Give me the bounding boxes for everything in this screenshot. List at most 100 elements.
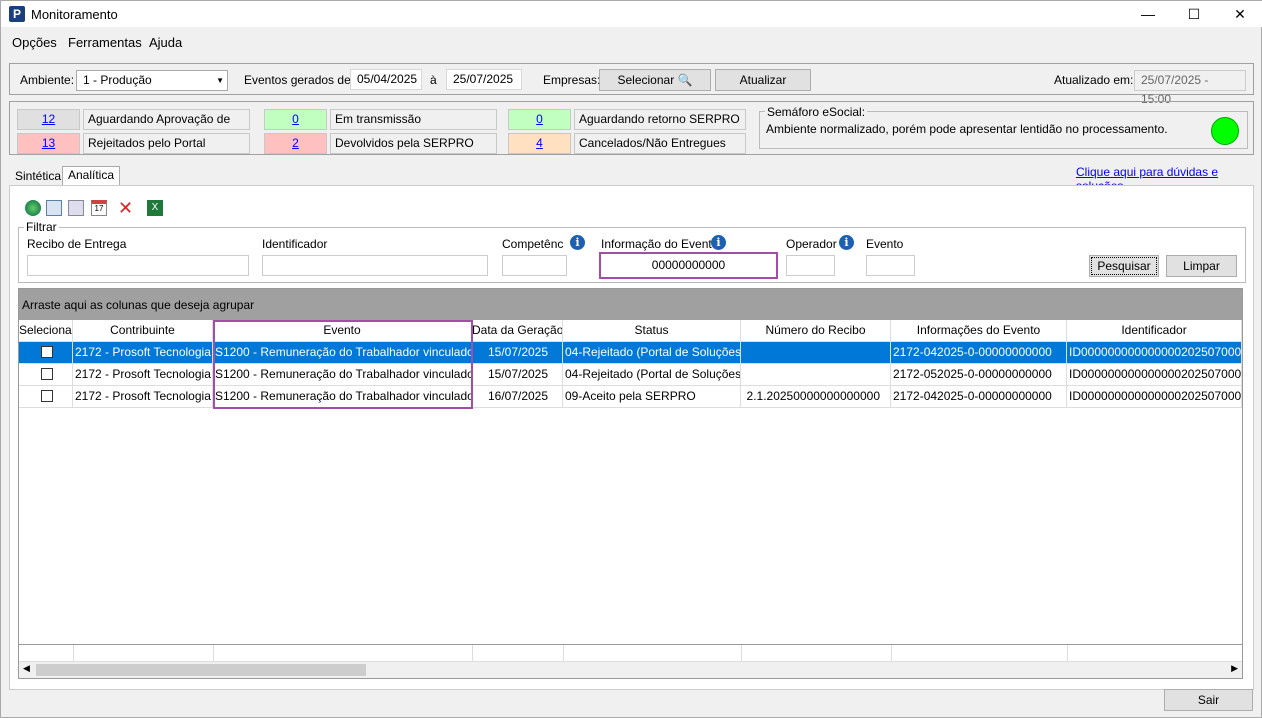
menu-opcoes[interactable]: Opções: [12, 35, 57, 50]
cell-data-geracao: 15/07/2025: [472, 342, 563, 364]
tab-analitica[interactable]: Analítica: [62, 166, 121, 186]
status-count-link[interactable]: 0: [264, 109, 327, 130]
status-label: Rejeitados pelo Portal: [83, 133, 250, 154]
cell-informacoes-evento: 2172-052025-0-00000000000: [891, 364, 1067, 386]
atualizar-button[interactable]: Atualizar: [715, 69, 811, 91]
grid-footer: [19, 644, 1242, 661]
ambiente-label: Ambiente:: [20, 73, 75, 87]
evento-input[interactable]: [866, 255, 915, 276]
cell-status: 09-Aceito pela SERPRO: [563, 386, 741, 408]
sair-button[interactable]: Sair: [1164, 689, 1253, 711]
status-label: Em transmissão: [330, 109, 497, 130]
globe-upload-icon[interactable]: [25, 200, 41, 216]
select-checkbox[interactable]: [40, 368, 53, 380]
selecionar-label: Selecionar: [617, 73, 675, 87]
maximize-button[interactable]: ☐: [1171, 1, 1217, 27]
cell-identificador: ID0000000000000002025070000000: [1067, 386, 1242, 408]
status-label: Cancelados/Não Entregues: [574, 133, 746, 154]
excel-export-icon[interactable]: X: [147, 200, 163, 216]
status-label: Devolvidos pela SERPRO: [330, 133, 497, 154]
cell-numero-recibo: [741, 364, 891, 386]
magnifier-icon: 🔍: [677, 73, 693, 87]
to-label: à: [430, 73, 437, 87]
status-label: Aguardando retorno SERPRO: [574, 109, 746, 130]
status-label: Aguardando Aprovação de Envio: [83, 109, 250, 145]
competencia-input[interactable]: [502, 255, 567, 276]
select-checkbox[interactable]: [40, 390, 53, 402]
menu-ferramentas[interactable]: Ferramentas: [68, 35, 142, 50]
column-header-informacoes-evento[interactable]: Informações do Evento: [891, 320, 1067, 342]
tab-sintetica[interactable]: Sintética: [10, 168, 66, 185]
cell-contribuinte: 2172 - Prosoft Tecnologia: [73, 364, 213, 386]
copy-icon[interactable]: [68, 200, 84, 216]
filter-title: Filtrar: [24, 220, 59, 234]
recibo-input[interactable]: [27, 255, 249, 276]
informacao-label: Informação do Evento: [601, 237, 719, 251]
cell-informacoes-evento: 2172-042025-0-00000000000: [891, 342, 1067, 364]
cell-data-geracao: 15/07/2025: [472, 364, 563, 386]
info-icon[interactable]: i: [570, 235, 585, 250]
column-header-identificador[interactable]: Identificador: [1067, 320, 1242, 342]
cell-identificador: ID0000000000000002025070000000: [1067, 364, 1242, 386]
column-header-selecionar[interactable]: Selecionar: [19, 320, 73, 342]
status-count-link[interactable]: 2: [264, 133, 327, 154]
column-header-data-geracao[interactable]: Data da Geração: [472, 320, 563, 342]
cell-contribuinte: 2172 - Prosoft Tecnologia: [73, 386, 213, 408]
cell-status: 04-Rejeitado (Portal de Soluções): [563, 364, 741, 386]
scroll-left-icon[interactable]: ◀: [23, 663, 30, 674]
close-button[interactable]: ✕: [1217, 1, 1262, 27]
select-checkbox[interactable]: [40, 346, 53, 358]
column-header-numero-recibo[interactable]: Número do Recibo: [741, 320, 891, 342]
date-from-input[interactable]: 05/04/2025: [350, 69, 422, 90]
eventos-label: Eventos gerados de:: [244, 73, 355, 87]
chevron-down-icon: ▼: [216, 76, 224, 85]
semaforo-light: [1211, 117, 1239, 145]
selecionar-button[interactable]: Selecionar 🔍: [599, 69, 711, 91]
cell-contribuinte: 2172 - Prosoft Tecnologia: [73, 342, 213, 364]
date-to-input[interactable]: 25/07/2025: [446, 69, 522, 90]
column-header-contribuinte[interactable]: Contribuinte: [73, 320, 213, 342]
empresas-label: Empresas:: [543, 73, 601, 87]
info-icon[interactable]: i: [839, 235, 854, 250]
semaforo-message: Ambiente normalizado, porém pode apresen…: [766, 122, 1168, 136]
cell-identificador: ID0000000000000002025070000000: [1067, 342, 1242, 364]
menu-ajuda[interactable]: Ajuda: [149, 35, 182, 50]
delete-icon[interactable]: ✕: [118, 199, 134, 217]
status-count-link[interactable]: 0: [508, 109, 571, 130]
operador-label: Operador: [786, 237, 837, 251]
ambiente-select[interactable]: 1 - Produção ▼: [76, 70, 228, 91]
limpar-button[interactable]: Limpar: [1166, 255, 1237, 277]
import-icon[interactable]: [46, 200, 62, 216]
title-bar: P Monitoramento — ☐ ✕: [1, 1, 1262, 27]
evento-label: Evento: [866, 237, 904, 251]
column-header-status[interactable]: Status: [563, 320, 741, 342]
atualizado-label: Atualizado em:: [1054, 73, 1134, 87]
group-by-area[interactable]: Arraste aqui as colunas que deseja agrup…: [19, 289, 1242, 320]
operador-input[interactable]: [786, 255, 835, 276]
scroll-right-icon[interactable]: ▶: [1231, 663, 1238, 674]
info-icon[interactable]: i: [711, 235, 726, 250]
status-count-link[interactable]: 12: [17, 109, 80, 130]
identificador-input[interactable]: [262, 255, 488, 276]
recibo-label: Recibo de Entrega: [27, 237, 127, 251]
scrollbar-thumb[interactable]: [36, 664, 366, 676]
ambiente-value: 1 - Produção: [83, 73, 152, 87]
horizontal-scrollbar[interactable]: ◀ ▶: [19, 661, 1242, 678]
window-title: Monitoramento: [31, 7, 118, 22]
cell-informacoes-evento: 2172-042025-0-00000000000: [891, 386, 1067, 408]
select-cell[interactable]: [19, 386, 73, 408]
select-cell[interactable]: [19, 364, 73, 386]
pesquisar-button[interactable]: Pesquisar: [1089, 255, 1159, 277]
cell-status: 04-Rejeitado (Portal de Soluções): [563, 342, 741, 364]
status-count-link[interactable]: 4: [508, 133, 571, 154]
cell-numero-recibo: [741, 342, 891, 364]
semaforo-title: Semáforo eSocial:: [765, 105, 868, 119]
app-logo-icon: P: [9, 6, 25, 22]
informacao-input[interactable]: 00000000000: [599, 252, 778, 279]
minimize-button[interactable]: —: [1125, 1, 1171, 27]
status-count-link[interactable]: 13: [17, 133, 80, 154]
atualizado-value: 25/07/2025 - 15:00: [1134, 70, 1246, 106]
cell-data-geracao: 16/07/2025: [472, 386, 563, 408]
select-cell[interactable]: [19, 342, 73, 364]
calendar-icon[interactable]: 17: [91, 200, 107, 216]
